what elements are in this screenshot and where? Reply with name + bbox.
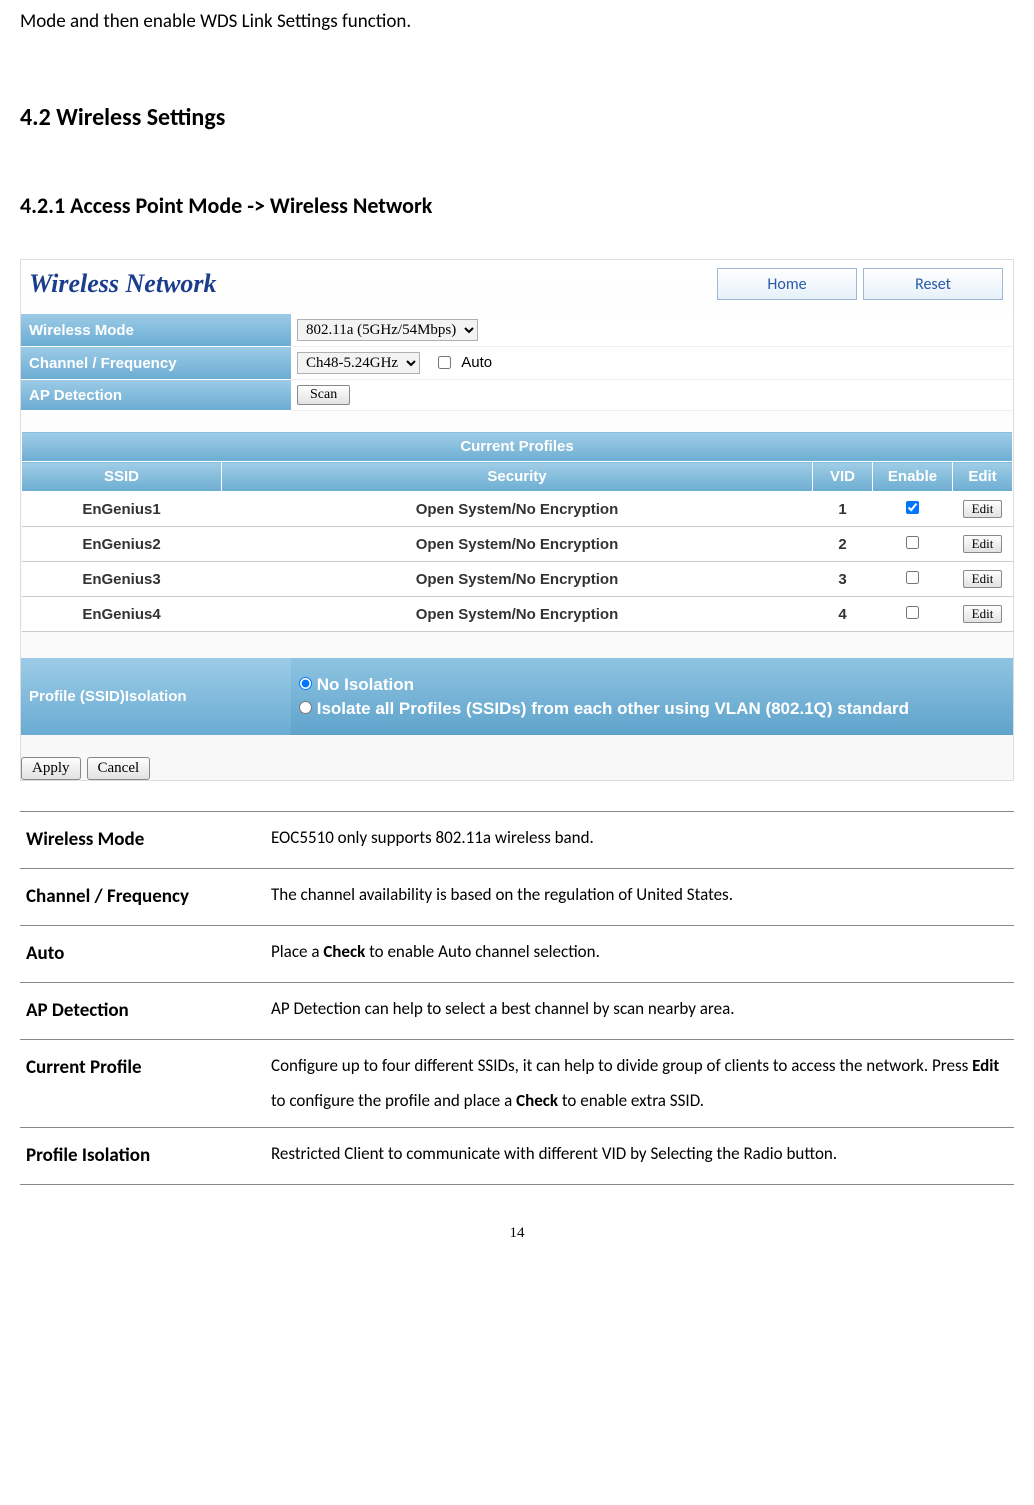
auto-label: Auto (461, 354, 492, 371)
section-heading-4-2: 4.2 Wireless Settings (20, 103, 1014, 132)
profiles-header: Current Profiles (22, 432, 1013, 462)
edit-button[interactable]: Edit (963, 500, 1003, 518)
edit-button[interactable]: Edit (963, 535, 1003, 553)
ssid-cell: EnGenius4 (22, 597, 222, 632)
def-term: Profile Isolation (20, 1127, 265, 1184)
table-row: EnGenius4 Open System/No Encryption 4 Ed… (22, 597, 1013, 632)
def-term: Wireless Mode (20, 812, 265, 869)
isolate-vlan-radio[interactable] (299, 701, 312, 714)
security-cell: Open System/No Encryption (222, 527, 813, 562)
isolation-option-vlan[interactable]: Isolate all Profiles (SSIDs) from each o… (299, 699, 1005, 719)
vid-cell: 3 (813, 562, 873, 597)
current-profiles-table: Current Profiles SSID Security VID Enabl… (21, 431, 1013, 632)
no-isolation-text: No Isolation (317, 675, 414, 694)
def-term: Auto (20, 925, 265, 982)
vid-cell: 2 (813, 527, 873, 562)
isolation-table: Profile (SSID)Isolation No Isolation Iso… (21, 658, 1013, 735)
auto-channel-checkbox[interactable] (438, 356, 451, 369)
col-enable: Enable (873, 462, 953, 492)
isolation-label: Profile (SSID)Isolation (21, 658, 291, 735)
enable-checkbox[interactable] (906, 536, 919, 549)
def-desc: Place a Check to enable Auto channel sel… (265, 925, 1014, 982)
col-edit: Edit (953, 462, 1013, 492)
definitions-table: Wireless Mode EOC5510 only supports 802.… (20, 811, 1014, 1185)
vid-cell: 4 (813, 597, 873, 632)
wireless-mode-label: Wireless Mode (21, 314, 291, 347)
def-term: Current Profile (20, 1039, 265, 1127)
def-desc: AP Detection can help to select a best c… (265, 982, 1014, 1039)
isolate-vlan-text: Isolate all Profiles (SSIDs) from each o… (317, 699, 909, 718)
enable-checkbox[interactable] (906, 571, 919, 584)
panel-title: Wireless Network (25, 269, 217, 299)
def-desc: EOC5510 only supports 802.11a wireless b… (265, 812, 1014, 869)
table-row: EnGenius1 Open System/No Encryption 1 Ed… (22, 492, 1013, 527)
apply-button[interactable]: Apply (21, 757, 81, 780)
col-security: Security (222, 462, 813, 492)
def-term: AP Detection (20, 982, 265, 1039)
def-term: Channel / Frequency (20, 868, 265, 925)
security-cell: Open System/No Encryption (222, 492, 813, 527)
reset-button[interactable]: Reset (863, 268, 1003, 300)
wireless-network-panel: Wireless Network Home Reset Wireless Mod… (20, 259, 1014, 781)
home-button[interactable]: Home (717, 268, 857, 300)
edit-button[interactable]: Edit (963, 605, 1003, 623)
body-text-fragment: Mode and then enable WDS Link Settings f… (20, 10, 1014, 33)
def-desc: Restricted Client to communicate with di… (265, 1127, 1014, 1184)
ap-detection-label: AP Detection (21, 380, 291, 411)
channel-frequency-label: Channel / Frequency (21, 347, 291, 380)
def-desc: Configure up to four different SSIDs, it… (265, 1039, 1014, 1127)
page-number: 14 (20, 1225, 1014, 1242)
scan-button[interactable]: Scan (297, 385, 350, 405)
security-cell: Open System/No Encryption (222, 562, 813, 597)
panel-header: Wireless Network Home Reset (21, 260, 1013, 314)
no-isolation-radio[interactable] (299, 677, 312, 690)
settings-table: Wireless Mode 802.11a (5GHz/54Mbps) Chan… (21, 314, 1013, 411)
ssid-cell: EnGenius1 (22, 492, 222, 527)
enable-checkbox[interactable] (906, 606, 919, 619)
col-ssid: SSID (22, 462, 222, 492)
channel-frequency-select[interactable]: Ch48-5.24GHz (297, 352, 420, 374)
vid-cell: 1 (813, 492, 873, 527)
ssid-cell: EnGenius2 (22, 527, 222, 562)
security-cell: Open System/No Encryption (222, 597, 813, 632)
ssid-cell: EnGenius3 (22, 562, 222, 597)
cancel-button[interactable]: Cancel (87, 757, 151, 780)
enable-checkbox[interactable] (906, 501, 919, 514)
table-row: EnGenius2 Open System/No Encryption 2 Ed… (22, 527, 1013, 562)
wireless-mode-select[interactable]: 802.11a (5GHz/54Mbps) (297, 319, 478, 341)
section-heading-4-2-1: 4.2.1 Access Point Mode -> Wireless Netw… (20, 192, 1014, 219)
isolation-option-none[interactable]: No Isolation (299, 675, 1005, 695)
edit-button[interactable]: Edit (963, 570, 1003, 588)
table-row: EnGenius3 Open System/No Encryption 3 Ed… (22, 562, 1013, 597)
def-desc: The channel availability is based on the… (265, 868, 1014, 925)
col-vid: VID (813, 462, 873, 492)
